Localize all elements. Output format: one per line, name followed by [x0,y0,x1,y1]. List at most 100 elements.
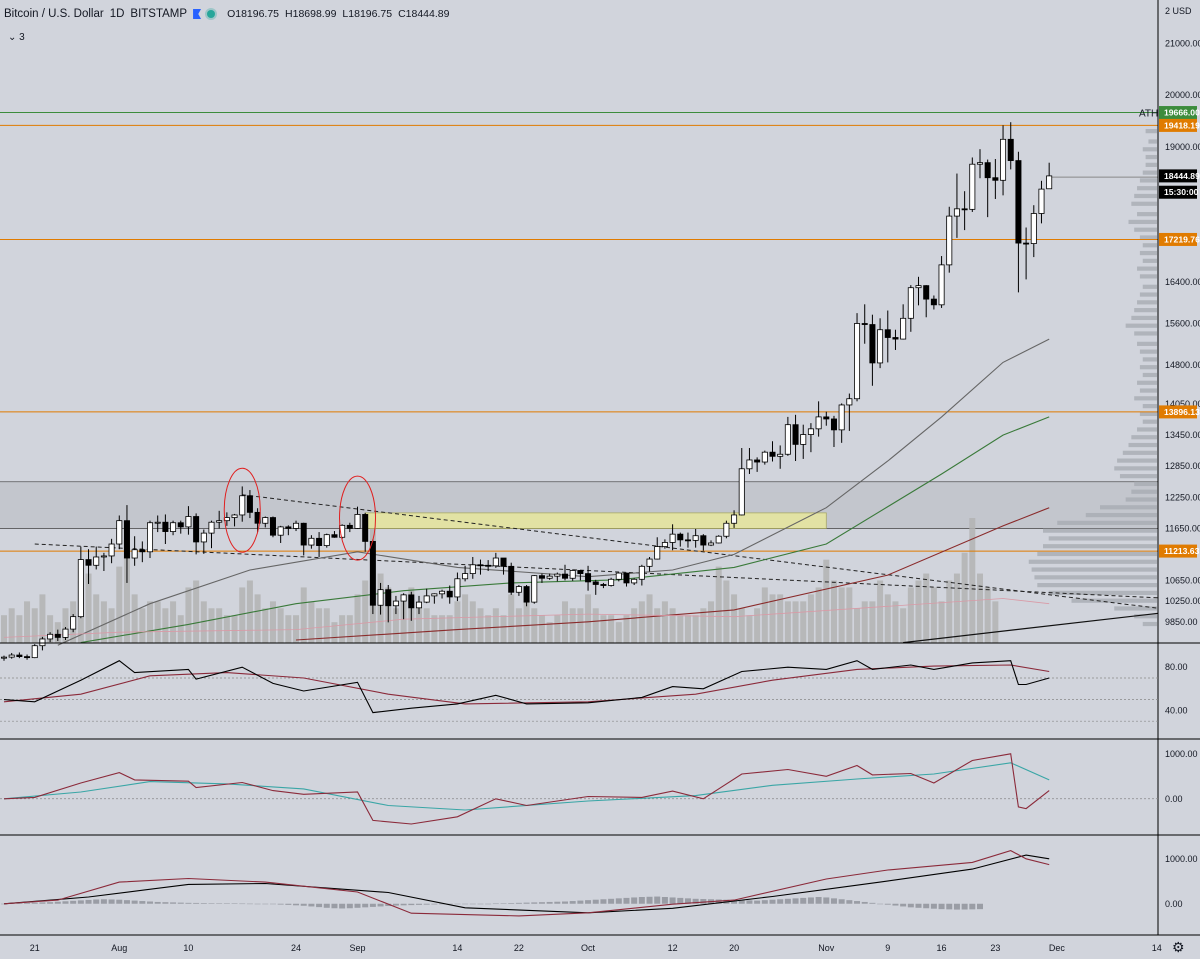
volume-bar [569,608,576,643]
ohlc-high: H18698.99 [285,8,337,20]
volume-profile-bar [1145,162,1157,167]
volume-bar [677,615,684,643]
macd-histogram-bar [485,903,492,905]
volume-bar [454,601,461,643]
macd-histogram-bar [31,902,38,904]
volume-profile-bar [1122,450,1157,455]
macd-histogram-bar [585,900,592,904]
macd-histogram-bar [861,901,868,904]
volume-bar [162,608,169,643]
macd-histogram-bar [846,900,853,904]
macd-histogram-bar [346,903,353,909]
candle-body [600,584,607,586]
candle-body [761,451,768,463]
candle-body [154,521,161,524]
symbol-legend[interactable]: Bitcoin / U.S. Dollar 1D BITSTAMP O18196… [4,8,449,20]
candle-body [769,451,776,457]
y-tick-label: 9850.00 [1165,617,1198,627]
macd-histogram-bar [953,903,960,910]
candle [269,516,276,538]
candle-body [1038,188,1045,214]
volume-profile-bar [1139,274,1157,279]
volume-bar [139,608,146,643]
y-tick-label: 12250.00 [1165,492,1200,502]
candle-body [246,495,253,513]
candle-body [346,524,353,529]
exchange-label: BITSTAMP [130,8,188,20]
candle-body [500,557,507,567]
gear-icon[interactable]: ⚙ [1172,939,1185,956]
volume-bar [807,594,814,643]
candle [531,575,538,604]
macd-histogram-bar [623,897,630,904]
volume-profile-bar [1145,129,1157,134]
volume-profile-bar [1100,505,1157,510]
candle-body [77,559,84,618]
volume-bar [554,615,561,643]
volume-bar [239,587,246,643]
candle-body [70,616,77,630]
price-tag-label: 19418.19 [1164,120,1200,130]
macd-histogram-bar [316,903,323,908]
macd-histogram-bar [892,903,899,906]
candle-body [408,594,415,609]
candle-body [508,565,515,593]
flag-icon[interactable] [193,9,202,19]
macd-histogram-bar [577,900,584,904]
candle-body [669,533,676,543]
macd-histogram-bar [154,901,161,904]
volume-bar [431,615,438,643]
candle-body [900,317,907,340]
macd-histogram-bar [85,899,92,904]
candle-body [170,522,177,532]
x-tick-label: 12 [668,943,678,953]
candle-body [1015,160,1022,244]
candle [969,157,976,212]
volume-bar [731,594,738,643]
chart-background [0,0,1200,959]
y-tick-label: 21000.00 [1165,38,1200,48]
symbol-name: Bitcoin / U.S. Dollar [4,8,104,20]
y-tick-label: 12850.00 [1165,461,1200,471]
candle-body [554,573,561,577]
x-tick-label: Dec [1049,943,1066,953]
price-tag-label: 18444.89 [1164,171,1200,181]
candle-body [423,595,430,603]
candle-body [777,453,784,457]
candle-body [585,573,592,583]
interval-label[interactable]: 1D [110,8,125,20]
volume-bar [946,580,953,643]
macd-histogram-bar [239,903,246,905]
macd-histogram-bar [362,903,369,908]
panel-tick-label: 1000.00 [1165,854,1198,864]
macd-histogram-bar [431,903,438,905]
price-chart[interactable]: ATH 2 USD 21000.00 20000.00 19000.00 16400.00… [0,0,1200,959]
candle [369,539,376,615]
indicators-toggle[interactable]: ⌄ 3 [8,32,25,43]
panel-tick-label: 40.00 [1165,705,1188,715]
volume-bar [223,615,230,643]
macd-histogram-bar [815,897,822,904]
candle-body [531,575,538,603]
candle-body [976,162,983,165]
candle-body [362,514,369,542]
x-tick-label: Oct [581,943,596,953]
candle-body [439,590,446,595]
x-tick-label: 9 [885,943,890,953]
volume-profile-bar [1142,621,1157,627]
candle [31,644,38,659]
volume-profile-bar [1134,227,1157,232]
volume-bar [907,587,914,643]
candle-body [800,434,807,445]
candle-body [293,522,300,529]
macd-histogram-bar [800,897,807,904]
ohlc-open: O18196.75 [227,8,280,20]
candle-body [815,416,822,430]
candle-body [269,517,276,536]
candle-body [100,555,107,558]
volume-bar [193,580,200,643]
price-tag-label: 11213.63 [1164,546,1200,556]
volume-profile-bar [1139,250,1157,256]
macd-histogram-bar [408,903,415,906]
candle-body [123,520,130,559]
